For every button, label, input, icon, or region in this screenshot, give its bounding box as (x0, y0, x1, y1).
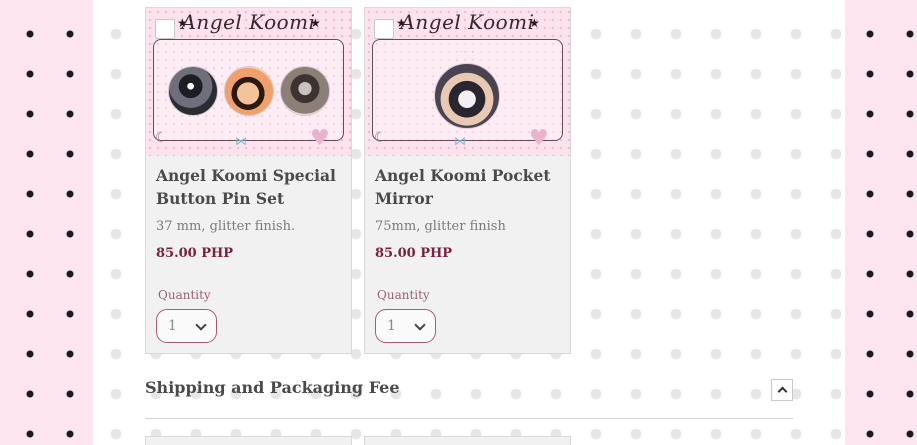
product-price: 85.00 PHP (156, 246, 234, 261)
product-description: 37 mm, glitter finish. (156, 219, 296, 234)
moon-icon: ☾ (374, 130, 387, 146)
bow-icon: ⋈ (235, 134, 247, 148)
quantity-value: 1 (168, 318, 177, 334)
product-image[interactable]: ★ Angel Koomi ★ · · · ☾ ⋈ ♥ (146, 8, 351, 156)
product-image[interactable]: ★ Angel Koomi ★ · · · ☾ ⋈ ♥ (365, 8, 570, 156)
select-checkbox[interactable] (155, 19, 175, 39)
chevron-down-icon (195, 319, 207, 331)
product-card (145, 436, 352, 445)
bow-icon: ⋈ (454, 134, 466, 148)
moon-icon: ☾ (155, 130, 168, 146)
star-icon: ★ (310, 16, 321, 30)
heart-icon: ♥ (529, 126, 549, 151)
select-checkbox[interactable] (374, 19, 394, 39)
quantity-value: 1 (387, 318, 396, 334)
quantity-select[interactable]: 1 (156, 309, 217, 343)
quantity-label: Quantity (377, 288, 430, 302)
heart-icon: ♥ (310, 126, 330, 151)
product-card: ★ Angel Koomi ★ · · · ☾ ⋈ ♥ Angel Koomi … (145, 7, 352, 354)
section-divider (145, 418, 793, 419)
chevron-down-icon (414, 319, 426, 331)
button-pin-photo (224, 66, 274, 116)
section-title-shipping[interactable]: Shipping and Packaging Fee (145, 378, 400, 397)
collapse-button[interactable] (771, 379, 793, 401)
image-caption: · · · (242, 49, 255, 55)
button-pin-photo (280, 66, 330, 116)
image-caption: · · · (461, 49, 474, 55)
chevron-up-icon (777, 386, 788, 397)
quantity-label: Quantity (158, 288, 211, 302)
product-title[interactable]: Angel Koomi Pocket Mirror (375, 164, 565, 210)
pocket-mirror-photo (434, 63, 500, 129)
product-description: 75mm, glitter finish (375, 219, 506, 234)
product-title[interactable]: Angel Koomi Special Button Pin Set (156, 164, 346, 210)
quantity-select[interactable]: 1 (375, 309, 436, 343)
product-price: 85.00 PHP (375, 246, 453, 261)
product-card (364, 436, 571, 445)
product-card: ★ Angel Koomi ★ · · · ☾ ⋈ ♥ Angel Koomi … (364, 7, 571, 354)
button-pin-photo (168, 66, 218, 116)
star-icon: ★ (529, 16, 540, 30)
